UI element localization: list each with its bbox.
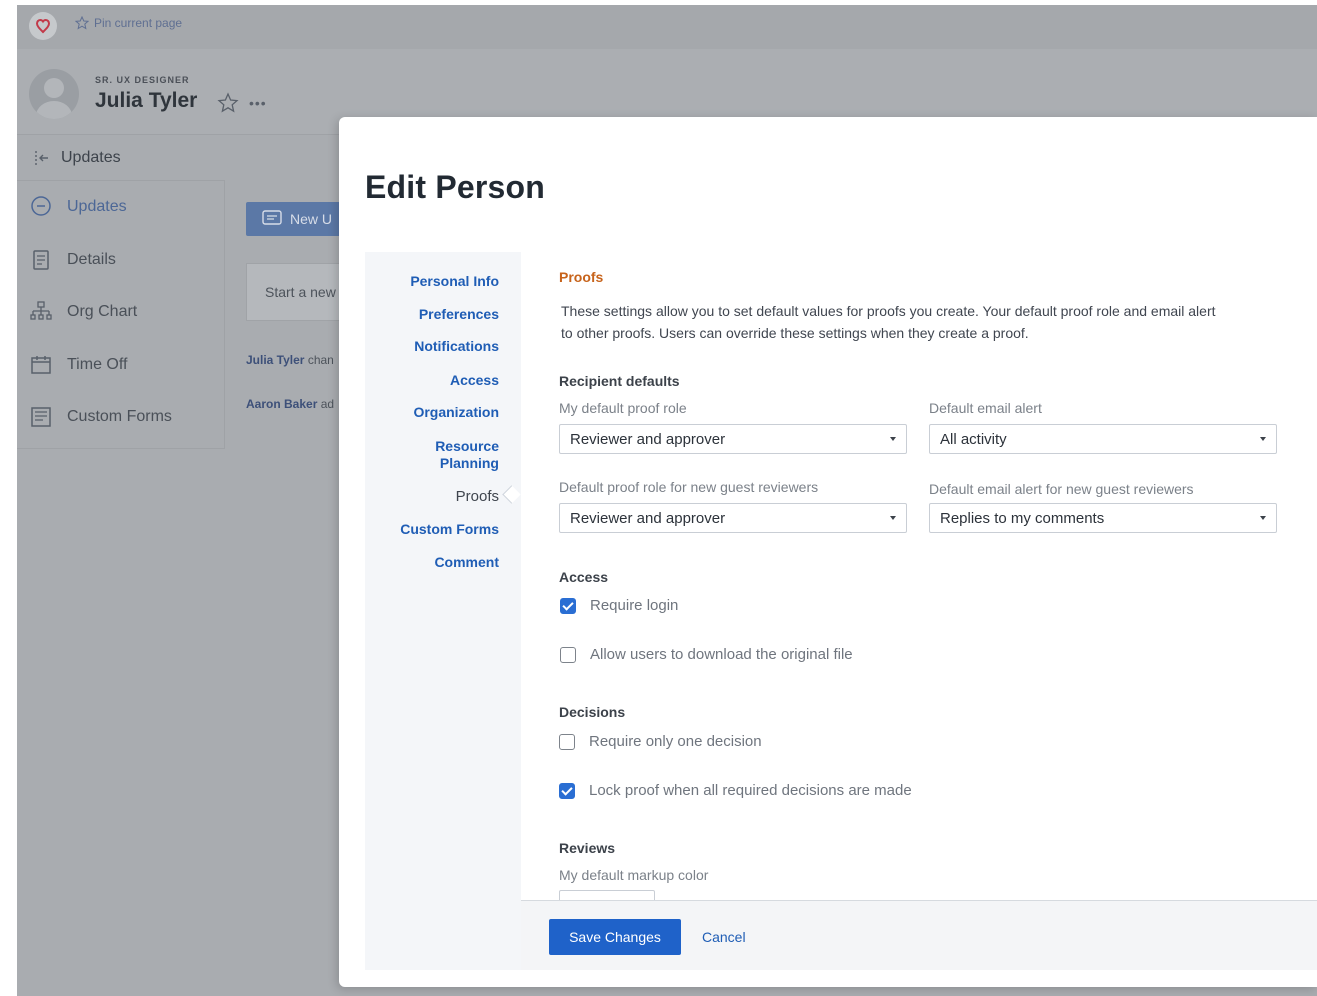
markup-color-label: My default markup color <box>559 867 709 883</box>
new-update-label: New U <box>290 211 333 227</box>
nav-item-custom-forms[interactable]: Custom Forms <box>17 391 224 444</box>
subnav-access[interactable]: Access <box>450 372 499 389</box>
nav-list: Updates Details Org Chart Time Off Custo… <box>17 181 225 449</box>
email-alert-value: All activity <box>940 431 1007 448</box>
feed-text: chan <box>304 353 334 367</box>
proof-role-label: My default proof role <box>559 400 687 416</box>
one-decision-option[interactable]: Require only one decision <box>559 733 762 750</box>
guest-alert-label: Default email alert for new guest review… <box>929 481 1194 497</box>
calendar-icon <box>31 355 51 374</box>
reviews-heading: Reviews <box>559 840 616 856</box>
proofs-settings: Proofs These settings allow you to set d… <box>521 252 1317 900</box>
email-alert-label: Default email alert <box>929 400 1042 416</box>
lock-proof-checkbox[interactable] <box>559 782 575 799</box>
subnav-notifications[interactable]: Notifications <box>414 338 499 355</box>
one-decision-label: Require only one decision <box>589 733 762 750</box>
settings-subnav: Personal Info Preferences Notifications … <box>365 252 521 970</box>
org-chart-icon <box>30 301 52 320</box>
message-icon <box>262 210 282 225</box>
guest-role-select[interactable]: Reviewer and approver <box>559 503 907 533</box>
pin-icon <box>75 16 89 30</box>
person-role: SR. UX DESIGNER <box>95 75 190 85</box>
allow-download-option[interactable]: Allow users to download the original fil… <box>560 646 853 663</box>
save-changes-button[interactable]: Save Changes <box>549 919 681 955</box>
require-login-checkbox[interactable] <box>560 597 576 614</box>
nav-item-label: Time Off <box>67 355 128 373</box>
require-login-option[interactable]: Require login <box>560 597 678 614</box>
feed-text: ad <box>317 397 335 411</box>
app-logo[interactable] <box>29 12 57 40</box>
subnav-comment[interactable]: Comment <box>434 554 499 571</box>
subnav-preferences[interactable]: Preferences <box>419 306 499 323</box>
guest-role-label: Default proof role for new guest reviewe… <box>559 479 819 495</box>
more-menu-icon[interactable]: ••• <box>249 95 267 111</box>
subnav-organization[interactable]: Organization <box>413 404 499 421</box>
star-icon[interactable] <box>217 92 239 114</box>
nav-item-label: Custom Forms <box>67 408 172 426</box>
subnav-resource-planning[interactable]: Resource Planning <box>435 438 499 472</box>
require-login-label: Require login <box>590 597 679 614</box>
description-line: to other proofs. Users can override thes… <box>561 325 1029 341</box>
nav-item-time-off[interactable]: Time Off <box>17 339 224 392</box>
chevron-down-icon <box>1260 516 1266 520</box>
subnav-personal-info[interactable]: Personal Info <box>410 273 499 290</box>
chat-bubble-icon <box>31 196 51 216</box>
chevron-down-icon <box>1260 437 1266 441</box>
chevron-down-icon <box>890 516 896 520</box>
nav-item-org-chart[interactable]: Org Chart <box>17 286 224 339</box>
decisions-heading: Decisions <box>559 704 626 720</box>
edit-person-modal: Edit Person Personal Info Preferences No… <box>339 117 1317 987</box>
recipient-defaults-heading: Recipient defaults <box>559 373 680 389</box>
chevron-down-icon <box>890 437 896 441</box>
nav-item-details[interactable]: Details <box>17 234 224 287</box>
modal-title: Edit Person <box>365 169 546 205</box>
subnav-proofs[interactable]: Proofs <box>456 488 499 505</box>
left-nav: Updates Updates Details Org Chart Time O… <box>17 135 225 996</box>
guest-alert-value: Replies to my comments <box>940 510 1105 527</box>
feed-author[interactable]: Aaron Baker <box>246 397 317 411</box>
email-alert-select[interactable]: All activity <box>929 424 1277 454</box>
guest-role-value: Reviewer and approver <box>570 510 726 527</box>
nav-header-label: Updates <box>61 148 121 166</box>
forms-icon <box>31 407 51 427</box>
pin-label: Pin current page <box>94 16 183 30</box>
one-decision-checkbox[interactable] <box>559 733 575 750</box>
allow-download-label: Allow users to download the original fil… <box>590 646 853 663</box>
nav-item-label: Updates <box>67 198 127 216</box>
section-description: These settings allow you to set default … <box>561 300 1317 344</box>
lock-proof-label: Lock proof when all required decisions a… <box>589 782 912 799</box>
pin-current-page[interactable]: Pin current page <box>75 16 182 30</box>
nav-item-label: Details <box>67 250 116 268</box>
collapse-nav-icon <box>35 150 48 165</box>
proof-role-select[interactable]: Reviewer and approver <box>559 424 907 454</box>
cancel-link[interactable]: Cancel <box>702 929 746 945</box>
nav-item-updates[interactable]: Updates <box>17 181 224 234</box>
markup-color-picker[interactable] <box>559 890 655 900</box>
top-bar: Pin current page <box>17 5 1317 49</box>
allow-download-checkbox[interactable] <box>560 646 576 663</box>
description-line: These settings allow you to set default … <box>561 303 1216 319</box>
person-name: Julia Tyler <box>95 89 198 112</box>
guest-alert-select[interactable]: Replies to my comments <box>929 503 1277 533</box>
subnav-custom-forms[interactable]: Custom Forms <box>400 521 499 538</box>
app-window: Pin current page SR. UX DESIGNER Julia T… <box>17 5 1317 996</box>
nav-item-label: Org Chart <box>67 303 138 321</box>
modal-footer: Save Changes Cancel <box>521 900 1317 970</box>
access-heading: Access <box>559 569 609 585</box>
proof-role-value: Reviewer and approver <box>570 431 726 448</box>
section-title: Proofs <box>559 269 604 285</box>
nav-header[interactable]: Updates <box>17 135 225 181</box>
avatar <box>29 69 79 119</box>
document-icon <box>33 250 49 270</box>
lock-proof-option[interactable]: Lock proof when all required decisions a… <box>559 782 912 799</box>
heart-pin-icon <box>35 18 51 34</box>
feed-author[interactable]: Julia Tyler <box>246 353 304 367</box>
